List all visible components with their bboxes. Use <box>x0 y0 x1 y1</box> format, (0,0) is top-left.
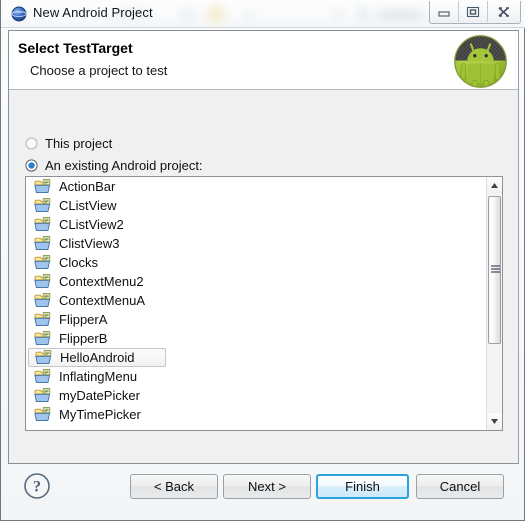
scrollbar-thumb[interactable] <box>488 196 501 344</box>
restore-icon <box>466 6 480 17</box>
next-button[interactable]: Next > <box>223 474 311 499</box>
list-item-label: Clocks <box>59 255 99 270</box>
radio-existing-project-label: An existing Android project: <box>45 158 203 173</box>
project-folder-icon <box>34 217 51 232</box>
list-item-label: ContextMenuA <box>59 293 145 308</box>
project-folder-icon <box>34 369 51 384</box>
list-item[interactable]: FlipperA <box>26 310 488 329</box>
titlebar-glass-artifact <box>359 6 367 22</box>
list-item-label: ClistView3 <box>59 236 120 251</box>
radio-existing-project[interactable]: An existing Android project: <box>25 158 203 173</box>
window-controls <box>429 1 521 24</box>
close-icon <box>498 6 509 17</box>
window-title: New Android Project <box>33 5 153 20</box>
project-folder-icon <box>34 274 51 289</box>
android-robot-icon <box>453 34 508 89</box>
eclipse-globe-icon <box>11 6 27 22</box>
project-folder-icon <box>34 407 51 422</box>
title-bar[interactable]: New Android Project <box>1 0 525 28</box>
scrollbar-grip-icon <box>491 265 500 273</box>
list-item-label: FlipperB <box>59 331 108 346</box>
wizard-header: Select TestTarget Choose a project to te… <box>9 31 518 90</box>
dialog-button-bar: ? < Back Next > Finish Cancel <box>8 464 519 514</box>
cancel-button[interactable]: Cancel <box>416 474 504 499</box>
list-item[interactable]: CListView <box>26 196 488 215</box>
project-folder-icon <box>34 312 51 327</box>
titlebar-glass-artifact <box>207 6 225 22</box>
list-item-label: CListView <box>59 198 117 213</box>
list-item-label: ContextMenu2 <box>59 274 144 289</box>
radio-this-project-label: This project <box>45 136 113 151</box>
list-item-label: FlipperA <box>59 312 108 327</box>
radio-selected-icon <box>25 159 38 172</box>
titlebar-glass-artifact <box>179 8 195 20</box>
project-list-items: ActionBar CListView CListView2 ClistView… <box>26 177 488 430</box>
list-item[interactable]: myDatePicker <box>26 386 488 405</box>
list-item[interactable]: InflatingMenu <box>26 367 488 386</box>
project-list[interactable]: ActionBar CListView CListView2 ClistView… <box>25 176 503 431</box>
scroll-up-button[interactable] <box>487 177 502 194</box>
project-folder-icon <box>34 293 51 308</box>
scroll-up-icon <box>491 183 498 188</box>
radio-unselected-icon <box>25 137 38 150</box>
finish-button[interactable]: Finish <box>316 474 409 499</box>
project-folder-icon <box>34 236 51 251</box>
help-icon-glyph: ? <box>33 479 41 496</box>
help-button[interactable]: ? <box>23 472 51 500</box>
list-scrollbar[interactable] <box>486 177 502 430</box>
titlebar-glass-artifact <box>243 12 255 21</box>
list-item[interactable]: ClistView3 <box>26 234 488 253</box>
list-item[interactable]: FlipperB <box>26 329 488 348</box>
close-button[interactable] <box>488 1 520 22</box>
dialog-window: New Android Project Select TestTarget Ch… <box>0 0 525 521</box>
project-folder-icon <box>34 198 51 213</box>
project-folder-icon <box>34 331 51 346</box>
minimize-button[interactable] <box>430 1 459 22</box>
radio-this-project[interactable]: This project <box>25 136 112 151</box>
project-folder-icon <box>34 255 51 270</box>
list-item[interactable]: CListView2 <box>26 215 488 234</box>
list-item-label: HelloAndroid <box>60 350 135 365</box>
cancel-button-label: Cancel <box>439 479 481 494</box>
list-item[interactable]: ContextMenu2 <box>26 272 488 291</box>
page-title: Select TestTarget <box>18 40 133 56</box>
titlebar-glass-artifact <box>331 9 345 19</box>
titlebar-glass-artifact <box>373 10 427 20</box>
finish-button-label: Finish <box>345 479 380 494</box>
minimize-icon <box>438 10 450 17</box>
next-button-label: Next > <box>248 479 286 494</box>
wizard-page: Select TestTarget Choose a project to te… <box>8 30 519 464</box>
list-item-label: MyTimePicker <box>59 407 141 422</box>
scroll-down-icon <box>491 419 498 424</box>
list-item[interactable]: ActionBar <box>26 177 488 196</box>
list-item[interactable]: ContextMenuA <box>26 291 488 310</box>
list-item-label: CListView2 <box>59 217 124 232</box>
restore-button[interactable] <box>459 1 488 22</box>
list-item-selected[interactable]: HelloAndroid <box>28 348 166 367</box>
project-folder-icon <box>34 179 51 194</box>
back-button[interactable]: < Back <box>130 474 218 499</box>
list-item[interactable]: MyTimePicker <box>26 405 488 424</box>
project-folder-icon <box>35 350 52 365</box>
back-button-label: < Back <box>153 479 195 494</box>
list-item-label: ActionBar <box>59 179 116 194</box>
project-folder-icon <box>34 388 51 403</box>
page-subtitle: Choose a project to test <box>30 63 168 78</box>
scroll-down-button[interactable] <box>487 413 502 430</box>
list-item[interactable]: Clocks <box>26 253 488 272</box>
list-item-label: InflatingMenu <box>59 369 138 384</box>
list-item-label: myDatePicker <box>59 388 140 403</box>
